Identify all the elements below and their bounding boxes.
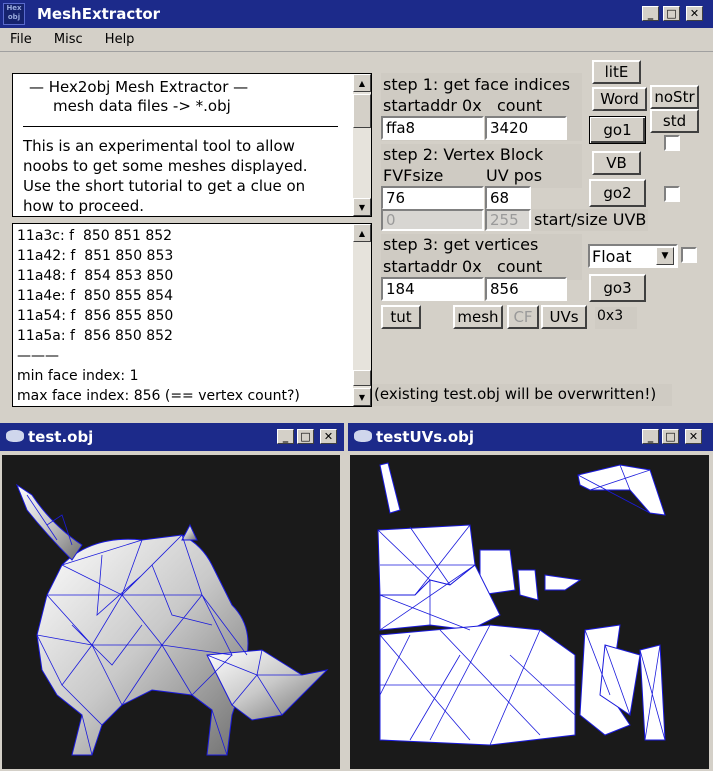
go2-checkbox[interactable]: [664, 186, 680, 202]
viewer-window-test: test.obj _ □ ✕: [0, 423, 344, 771]
window-icon: [354, 430, 372, 442]
viewer-titlebar: test.obj _ □ ✕: [0, 423, 344, 451]
info-divider: [23, 126, 338, 127]
viewer-titlebar: testUVs.obj _ □ ✕: [348, 423, 713, 451]
log-line: 11a4e: f 850 855 854: [17, 288, 173, 304]
log-line: 11a54: f 856 855 850: [17, 308, 174, 324]
log-max: max face index: 856 (== vertex count?): [17, 388, 300, 404]
std-checkbox[interactable]: [664, 135, 680, 151]
step1-count-label: count: [497, 96, 543, 115]
step3-start-input[interactable]: 184: [381, 277, 484, 301]
app-icon: Hex obj: [3, 3, 25, 25]
step2-title: step 2: Vertex Block: [383, 145, 544, 164]
uvb-size-input: 255: [485, 209, 531, 231]
info-body: This is an experimental tool to allow no…: [23, 137, 308, 215]
maximize-icon[interactable]: □: [662, 429, 679, 444]
uv-viewport[interactable]: [350, 455, 709, 769]
viewer-title: test.obj: [28, 428, 94, 446]
mesh-button[interactable]: mesh: [453, 305, 503, 329]
vb-button[interactable]: VB: [592, 151, 641, 175]
step3-title: step 3: get vertices: [383, 235, 539, 254]
close-icon[interactable]: ✕: [686, 6, 703, 21]
window-title: MeshExtractor: [37, 5, 161, 23]
step3-start-label: startaddr 0x: [383, 257, 482, 276]
fvf-size-input[interactable]: 76: [381, 186, 484, 210]
go2-button[interactable]: go2: [589, 179, 646, 207]
log-min: min face index: 1: [17, 368, 139, 384]
maximize-icon[interactable]: □: [663, 6, 680, 21]
info-subtitle: mesh data files -> *.obj: [53, 97, 231, 115]
close-icon[interactable]: ✕: [685, 429, 702, 444]
scroll-down-icon[interactable]: ▼: [353, 388, 371, 406]
uvb-label: start/size UVB: [534, 210, 647, 229]
lite-button[interactable]: litE: [592, 60, 641, 84]
menu-help[interactable]: Help: [105, 32, 135, 47]
step1-count-input[interactable]: 3420: [485, 116, 567, 140]
scroll-thumb[interactable]: [353, 94, 371, 128]
minimize-icon[interactable]: _: [277, 429, 294, 444]
maximize-icon[interactable]: □: [297, 429, 314, 444]
step1-start-input[interactable]: ffa8: [381, 116, 484, 140]
cf-button: CF: [507, 305, 539, 329]
nostr-button[interactable]: noStr: [650, 85, 699, 109]
viewer-window-uvs: testUVs.obj _ □ ✕: [348, 423, 713, 771]
scroll-up-icon[interactable]: ▲: [353, 74, 371, 92]
uvb-start-input: 0: [381, 209, 484, 231]
tut-button[interactable]: tut: [381, 305, 421, 329]
step2-uv-label: UV pos: [486, 166, 543, 185]
log-line: 11a42: f 851 850 853: [17, 248, 174, 264]
minimize-icon[interactable]: _: [642, 429, 659, 444]
log-line: 11a3c: f 850 851 852: [17, 228, 173, 244]
format-select[interactable]: Float ▼: [588, 244, 678, 268]
viewer-title: testUVs.obj: [376, 428, 475, 446]
log-lines: 11a3c: f 850 851 852 11a42: f 851 850 85…: [17, 226, 300, 406]
chevron-down-icon[interactable]: ▼: [656, 247, 674, 265]
scroll-thumb[interactable]: [353, 370, 371, 386]
go3-button[interactable]: go3: [589, 274, 646, 302]
info-title: — Hex2obj Mesh Extractor —: [29, 78, 249, 96]
log-line: 11a5a: f 856 850 852: [17, 328, 173, 344]
log-line: 11a48: f 854 853 850: [17, 268, 174, 284]
menu-bar: File Misc Help: [0, 28, 713, 52]
uv-layout-render: [377, 462, 666, 746]
window-icon: [6, 430, 24, 442]
main-titlebar: Hex obj MeshExtractor _ □ ✕: [0, 0, 713, 28]
hex-readout: 0x3: [595, 307, 637, 329]
scroll-up-icon[interactable]: ▲: [353, 224, 371, 242]
step1-title: step 1: get face indices: [383, 75, 571, 94]
format-checkbox[interactable]: [681, 247, 697, 263]
uv-pos-input[interactable]: 68: [485, 186, 531, 210]
step3-count-label: count: [497, 257, 543, 276]
menu-file[interactable]: File: [10, 32, 32, 47]
log-separator: ———: [17, 348, 59, 364]
step3-count-input[interactable]: 856: [485, 277, 567, 301]
std-button[interactable]: std: [650, 109, 699, 133]
step1-start-label: startaddr 0x: [383, 96, 482, 115]
step2-fvf-label: FVFsize: [383, 166, 444, 185]
log-scrollbar[interactable]: ▲ ▼: [353, 224, 371, 406]
scroll-down-icon[interactable]: ▼: [353, 198, 371, 216]
go1-button[interactable]: go1: [589, 116, 646, 144]
info-panel: — Hex2obj Mesh Extractor — mesh data fil…: [12, 73, 372, 217]
info-scrollbar[interactable]: ▲ ▼: [353, 74, 371, 216]
format-select-value: Float: [592, 247, 632, 266]
close-icon[interactable]: ✕: [320, 429, 337, 444]
bull-mesh-render: [15, 483, 329, 756]
log-panel: 11a3c: f 850 851 852 11a42: f 851 850 85…: [12, 223, 372, 407]
status-text: (existing test.obj will be overwritten!): [372, 384, 672, 406]
menu-misc[interactable]: Misc: [54, 32, 83, 47]
word-button[interactable]: Word: [592, 87, 647, 111]
uvs-button[interactable]: UVs: [541, 305, 587, 329]
mesh-viewport[interactable]: [2, 455, 340, 769]
minimize-icon[interactable]: _: [642, 6, 659, 21]
